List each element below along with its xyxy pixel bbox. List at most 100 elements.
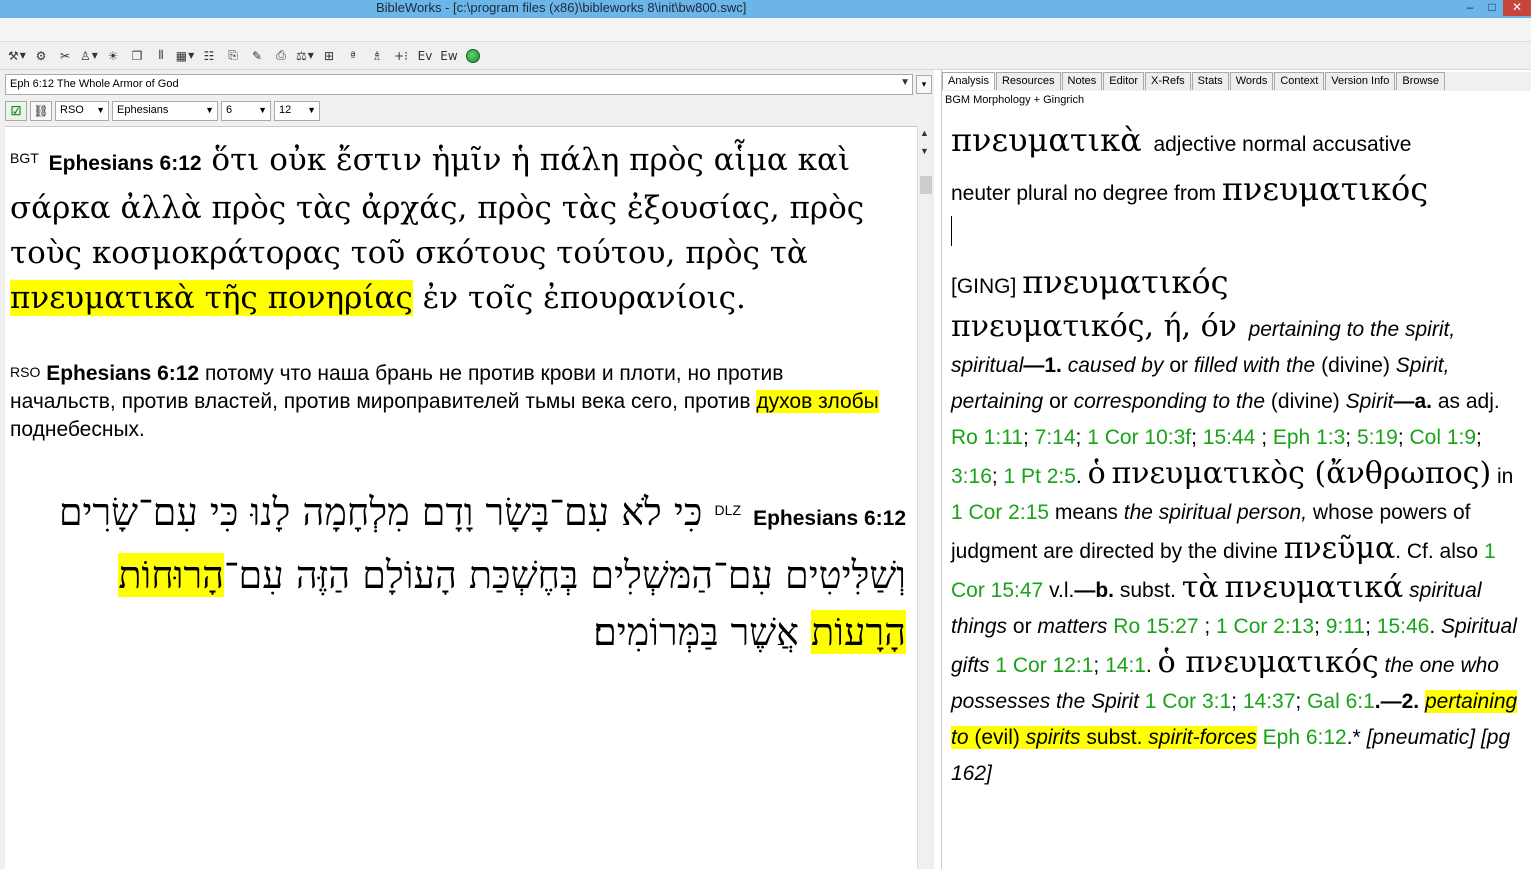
- tab-words[interactable]: Words: [1229, 72, 1274, 90]
- list-icon[interactable]: ☷: [198, 46, 220, 66]
- xref-link[interactable]: 1 Cor 2:15: [951, 501, 1049, 524]
- pen-icon[interactable]: ª: [342, 46, 364, 66]
- reference-combo[interactable]: Eph 6:12 The Whole Armor of God ▼: [5, 74, 913, 95]
- copy-icon[interactable]: ⎘: [222, 46, 244, 66]
- hl-spirit-forces: spirit-forces: [1148, 726, 1257, 749]
- tab-stats[interactable]: Stats: [1191, 72, 1229, 90]
- greek-pneuma: πνεῦμα: [1283, 531, 1396, 566]
- xref-link[interactable]: Col 1:9: [1410, 426, 1477, 449]
- lamp-icon[interactable]: ☀: [102, 46, 124, 66]
- analysis-content[interactable]: πνευματικὰ adjective normal accusative n…: [951, 118, 1526, 792]
- reference-dropdown-button[interactable]: ▾: [916, 75, 932, 94]
- verse-text-end[interactable]: אֲשֶׁר בַּמְּרוֹמִים׃: [593, 610, 799, 654]
- book-select[interactable]: Ephesians ▼: [112, 101, 218, 121]
- xref-link[interactable]: Ro 1:11: [951, 426, 1023, 449]
- tab-resources[interactable]: Resources: [995, 72, 1061, 90]
- xref-link[interactable]: Eph 6:12: [1263, 726, 1347, 749]
- verse-text-end[interactable]: поднебесных.: [10, 418, 145, 441]
- tab-context[interactable]: Context: [1274, 72, 1325, 90]
- ev-icon[interactable]: Ev: [414, 46, 436, 66]
- entry-forms: , ή, όν: [1144, 309, 1237, 344]
- highlighted-words[interactable]: πνευματικὰ τῆς πονηρίας: [10, 280, 413, 316]
- xref-link[interactable]: 1 Cor 2:13: [1216, 615, 1314, 638]
- xref-link[interactable]: 1 Cor 3:1: [1145, 690, 1231, 713]
- tab-analysis[interactable]: Analysis: [942, 72, 995, 90]
- tab-notes[interactable]: Notes: [1061, 72, 1103, 90]
- verse-select[interactable]: 12 ▼: [274, 101, 320, 121]
- greek-phrase: πνευματικὸς (ἄνθρωπος): [1111, 456, 1492, 491]
- chevron-down-icon[interactable]: ▼: [900, 77, 910, 88]
- verse-greek: BGT Ephesians 6:12 ὅτι οὐκ ἔστιν ἡμῖν ἡ …: [10, 138, 890, 321]
- close-button[interactable]: ✕: [1503, 0, 1531, 16]
- maximize-button[interactable]: □: [1481, 0, 1503, 16]
- chapter-select[interactable]: 6 ▼: [221, 101, 271, 121]
- hl-subst: subst.: [1086, 726, 1143, 749]
- version-id[interactable]: DLZ: [715, 502, 741, 518]
- hl-spirits: spirits: [1025, 726, 1081, 749]
- grid-icon[interactable]: ▦ ▼: [174, 46, 196, 66]
- analysis-pane: Analysis Resources Notes Editor X-Refs S…: [941, 70, 1531, 869]
- xref-link[interactable]: 14:37: [1243, 690, 1296, 713]
- bars-icon[interactable]: ⦀: [150, 46, 172, 66]
- xref-link[interactable]: Ro 15:27: [1113, 615, 1198, 638]
- frame-icon[interactable]: ⊞: [318, 46, 340, 66]
- verse-text-end[interactable]: ἐν τοῖς ἐπουρανίοις.: [423, 280, 746, 316]
- folder-icon[interactable]: ✎: [246, 46, 268, 66]
- version-id[interactable]: BGT: [10, 150, 39, 166]
- tab-xrefs[interactable]: X-Refs: [1145, 72, 1191, 90]
- link-icon[interactable]: ⛓: [30, 101, 52, 121]
- checkmark-icon[interactable]: ☑: [5, 101, 27, 121]
- person-icon[interactable]: ♙ ▼: [78, 46, 100, 66]
- version-id[interactable]: RSO: [10, 364, 40, 380]
- verse-ref[interactable]: Ephesians 6:12: [49, 152, 202, 175]
- entry-head: πνευματικός: [951, 309, 1145, 344]
- chevron-down-icon: ▼: [258, 105, 267, 115]
- tab-browse[interactable]: Browse: [1396, 72, 1446, 90]
- minimize-button[interactable]: –: [1459, 0, 1481, 16]
- scroll-down-icon: ▼: [920, 146, 929, 156]
- windows-icon[interactable]: ❐: [126, 46, 148, 66]
- highlighted-words[interactable]: духов злобы: [756, 390, 879, 413]
- pin-icon[interactable]: ✂: [54, 46, 76, 66]
- xref-link[interactable]: 1 Cor 10:3f: [1087, 426, 1191, 449]
- version-select[interactable]: RSO ▼: [55, 101, 109, 121]
- xref-link[interactable]: Gal 6:1: [1307, 690, 1375, 713]
- means: means: [1054, 501, 1118, 524]
- sense-b: —b.: [1074, 579, 1115, 602]
- xref-link[interactable]: Eph 1:3: [1273, 426, 1345, 449]
- sense-1: —1.: [1023, 354, 1062, 377]
- xref-link[interactable]: 14:1: [1105, 654, 1146, 677]
- tab-version-info[interactable]: Version Info: [1325, 72, 1396, 90]
- xref-link[interactable]: 3:16: [951, 465, 992, 488]
- in-word: in: [1497, 465, 1514, 488]
- verse-ref[interactable]: Ephesians 6:12: [46, 362, 199, 385]
- scroll-thumb[interactable]: [920, 176, 932, 194]
- verse-hebrew: DLZ Ephesians 6:12 כִּי לֹא עִם־בָּשָׂר …: [30, 484, 906, 661]
- lemma[interactable]: πνευματικός: [1222, 170, 1428, 208]
- stamp-icon[interactable]: ♗: [366, 46, 388, 66]
- xref-link[interactable]: 5:19: [1357, 426, 1398, 449]
- search-tools-icon[interactable]: ⚒ ▼: [6, 46, 28, 66]
- divine-2: (divine): [1270, 390, 1340, 413]
- xref-link[interactable]: 9:11: [1326, 615, 1365, 638]
- toolbar: ⚒ ▼ ⚙ ✂ ♙ ▼ ☀ ❐ ⦀ ▦ ▼ ☷ ⎘ ✎ ⎙ ⚖ ▼ ⊞ ª ♗ +⁝ E…: [0, 42, 1531, 70]
- gear-icon[interactable]: ⚙: [30, 46, 52, 66]
- divine-1: (divine): [1321, 354, 1390, 377]
- plus-icon[interactable]: +⁝: [390, 46, 412, 66]
- globe-icon[interactable]: [462, 46, 484, 66]
- xref-link[interactable]: 15:46: [1377, 615, 1430, 638]
- cf: . Cf. also: [1395, 540, 1479, 563]
- xref-link[interactable]: 1 Pt 2:5: [1004, 465, 1076, 488]
- vertical-scrollbar[interactable]: ▲ ▼: [917, 126, 933, 869]
- xref-link[interactable]: 7:14: [1035, 426, 1076, 449]
- greek-ho-pneumatikos: ὁ πνευματικός: [1157, 645, 1379, 680]
- verse-ref[interactable]: Ephesians 6:12: [753, 507, 906, 530]
- verse-russian: RSO Ephesians 6:12 потому что наша брань…: [10, 360, 890, 444]
- print-icon[interactable]: ⎙: [270, 46, 292, 66]
- ew-icon[interactable]: Ew: [438, 46, 460, 66]
- scale-icon[interactable]: ⚖ ▼: [294, 46, 316, 66]
- chevron-down-icon: ▼: [205, 105, 214, 115]
- xref-link[interactable]: 15:44: [1203, 426, 1256, 449]
- xref-link[interactable]: 1 Cor 12:1: [995, 654, 1093, 677]
- tab-editor[interactable]: Editor: [1103, 72, 1145, 90]
